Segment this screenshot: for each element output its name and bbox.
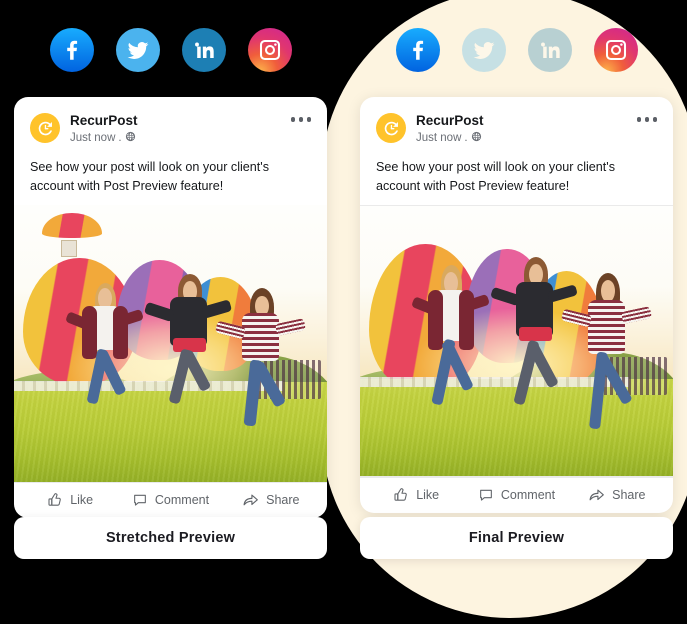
instagram-icon[interactable]: [248, 28, 292, 72]
post-preview-card-stretched: RecurPost Just now . See how your post w…: [14, 97, 327, 518]
stretched-preview-button[interactable]: Stretched Preview: [14, 517, 327, 559]
recurpost-avatar: [376, 113, 406, 143]
post-timestamp: Just now: [70, 132, 116, 145]
post-author-name: RecurPost: [70, 113, 138, 128]
like-label: Like: [70, 493, 94, 508]
dot: [636, 117, 641, 122]
globe-icon: [471, 131, 482, 147]
post-meta: Just now .: [416, 131, 637, 147]
jumping-person-3: [560, 273, 653, 440]
post-timestamp: Just now: [416, 132, 462, 145]
post-header: RecurPost Just now .: [360, 97, 673, 146]
post-author-name: RecurPost: [416, 113, 484, 128]
comment-label: Comment: [154, 493, 210, 508]
jumping-person-1: [410, 265, 491, 422]
thumbs-up-icon: [394, 488, 407, 502]
linkedin-icon[interactable]: [528, 28, 572, 72]
more-options-icon[interactable]: [636, 113, 657, 122]
share-label: Share: [612, 488, 646, 503]
recurpost-avatar: [30, 113, 60, 143]
jumping-person-2: [490, 257, 579, 419]
meta-separator: .: [464, 132, 468, 145]
thumbs-up-icon: [48, 493, 61, 507]
twitter-icon[interactable]: [462, 28, 506, 72]
post-image-final[interactable]: [360, 204, 673, 477]
image-scene: [360, 205, 673, 476]
dot: [298, 117, 303, 122]
dot: [652, 117, 657, 122]
post-author-block: RecurPost Just now .: [416, 113, 637, 146]
jumping-person-3: [214, 288, 307, 438]
comment-label: Comment: [500, 488, 556, 503]
more-options-icon[interactable]: [290, 113, 311, 122]
like-button[interactable]: Like: [20, 492, 120, 508]
social-network-row-right: [396, 28, 638, 72]
dot: [644, 117, 649, 122]
social-network-row-left: [50, 28, 292, 72]
comment-button[interactable]: Comment: [466, 487, 566, 503]
globe-icon: [125, 131, 136, 147]
dot: [306, 117, 311, 122]
post-preview-card-final: RecurPost Just now . See how your post w…: [360, 97, 673, 513]
post-actions: Like Comment Share: [14, 481, 327, 518]
preview-comparison-stage: RecurPost Just now . See how your post w…: [0, 0, 687, 624]
share-arrow-icon: [243, 494, 259, 506]
jumping-person-2: [144, 274, 233, 418]
image-scene: [14, 204, 327, 482]
share-label: Share: [266, 493, 300, 508]
twitter-icon[interactable]: [116, 28, 160, 72]
speech-bubble-icon: [480, 490, 492, 502]
dot: [290, 117, 295, 122]
post-image-stretched[interactable]: [14, 204, 327, 482]
floating-balloon-basket: [60, 239, 78, 257]
like-label: Like: [416, 488, 440, 503]
meta-separator: .: [118, 132, 122, 145]
post-header: RecurPost Just now .: [14, 97, 327, 146]
clock-refresh-icon: [38, 121, 52, 135]
facebook-icon[interactable]: [50, 28, 94, 72]
post-author-block: RecurPost Just now .: [70, 113, 291, 146]
share-arrow-icon: [589, 489, 605, 501]
post-actions: Like Comment Share: [360, 476, 673, 513]
jumping-person-1: [64, 282, 145, 422]
share-button[interactable]: Share: [221, 492, 321, 509]
comment-button[interactable]: Comment: [120, 492, 220, 508]
instagram-icon[interactable]: [594, 28, 638, 72]
share-button[interactable]: Share: [567, 487, 667, 504]
like-button[interactable]: Like: [366, 487, 466, 503]
facebook-icon[interactable]: [396, 28, 440, 72]
speech-bubble-icon: [134, 495, 146, 507]
post-body-text: See how your post will look on your clie…: [376, 160, 616, 193]
post-meta: Just now .: [70, 131, 291, 147]
post-body-text: See how your post will look on your clie…: [30, 160, 270, 193]
clock-refresh-icon: [384, 121, 398, 135]
linkedin-icon[interactable]: [182, 28, 226, 72]
final-preview-button[interactable]: Final Preview: [360, 517, 673, 559]
